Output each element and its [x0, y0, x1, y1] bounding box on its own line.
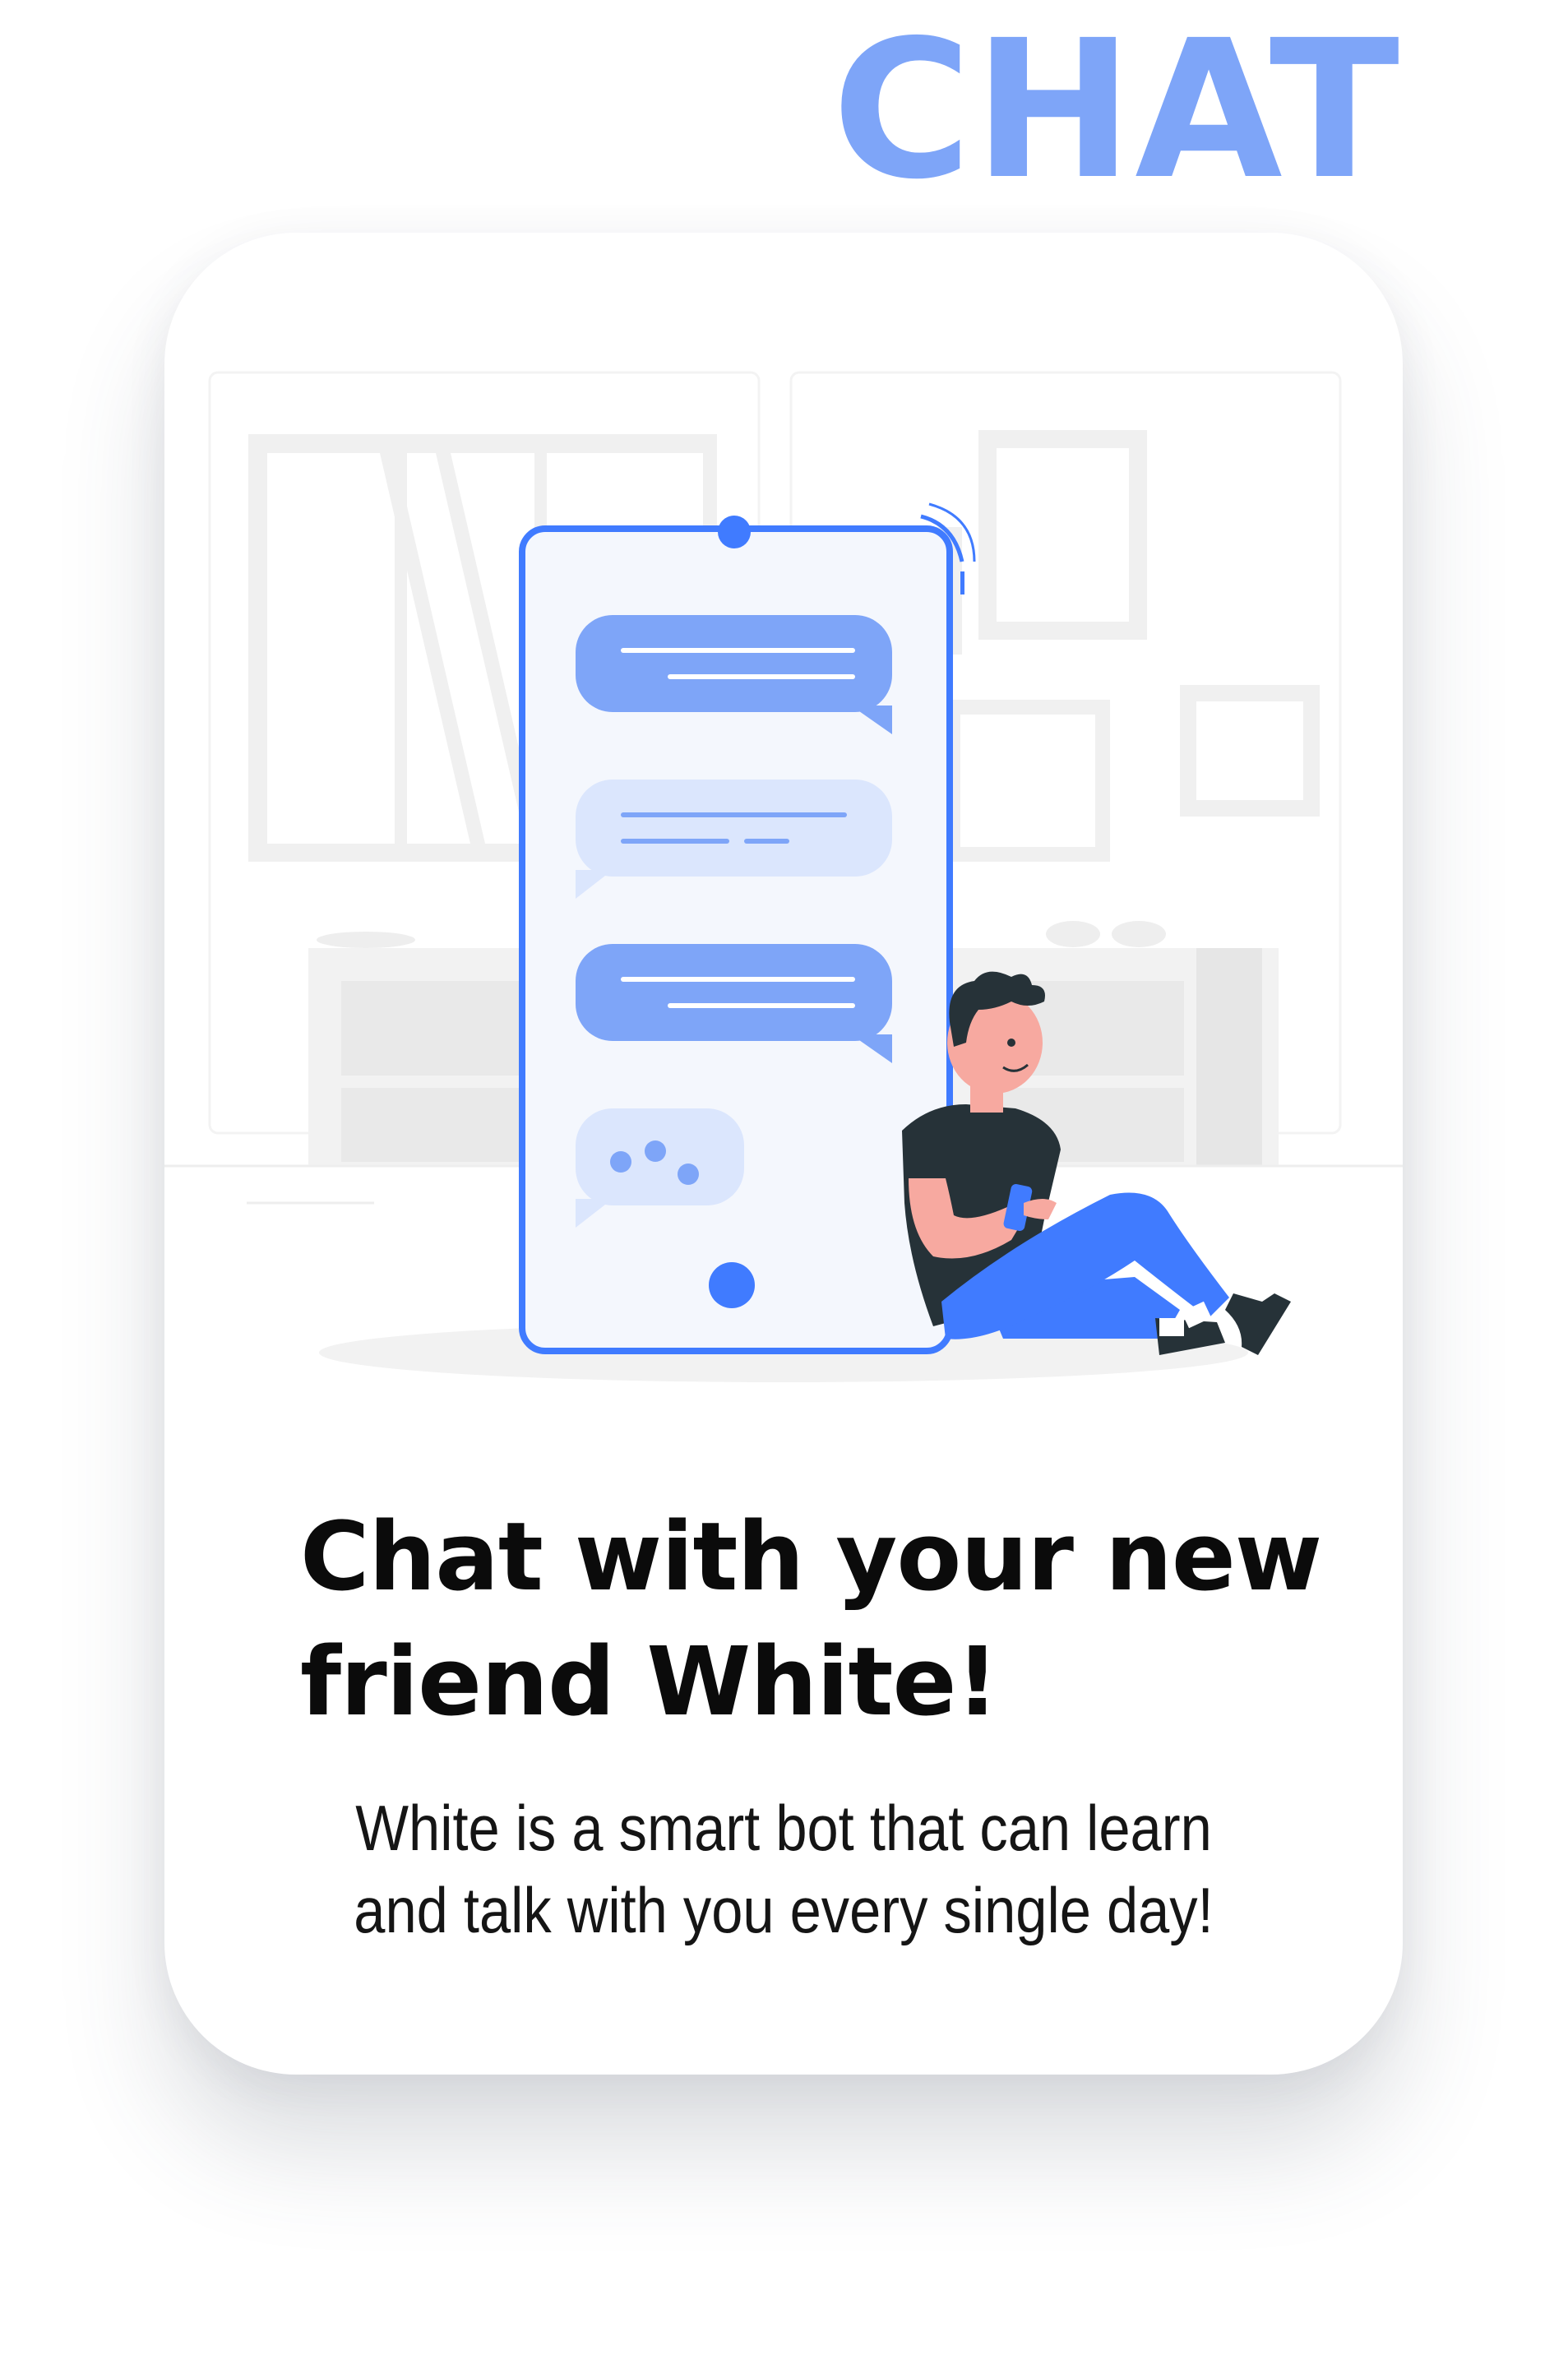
phone-illustration	[519, 502, 976, 1354]
app-title: CHAT	[831, 0, 1401, 221]
onboarding-card: Chat with your new friend White! White i…	[164, 233, 1403, 2075]
onboarding-headline: Chat with your new friend White!	[300, 1502, 1322, 1737]
chat-illustration	[164, 371, 1403, 1382]
onboarding-subtitle: White is a smart bot that can learn and …	[354, 1792, 1214, 1946]
